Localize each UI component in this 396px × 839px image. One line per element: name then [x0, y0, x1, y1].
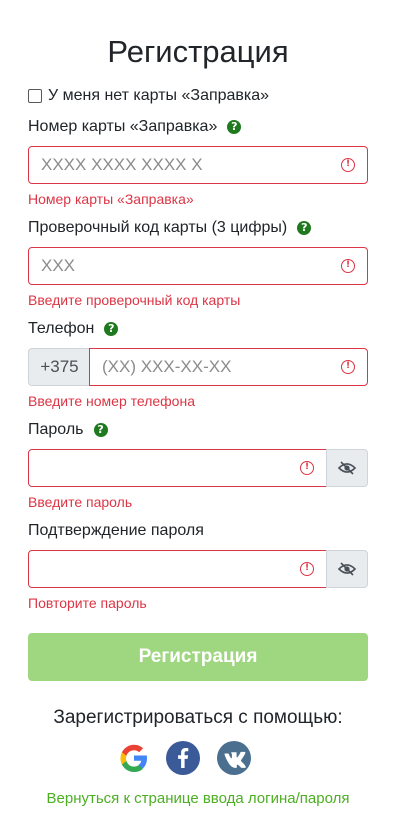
phone-label-row: Телефон ? [28, 320, 119, 338]
help-icon[interactable]: ? [297, 221, 312, 235]
password-error: Введите пароль [28, 494, 133, 510]
eye-slash-icon [338, 461, 356, 475]
vk-icon[interactable] [217, 741, 251, 775]
page-title: Регистрация [107, 34, 289, 69]
phone-label: Телефон [28, 320, 95, 337]
password-confirm-input[interactable]: ! [28, 550, 327, 588]
error-icon: ! [300, 562, 314, 576]
help-icon[interactable]: ? [93, 423, 108, 437]
password-confirm-error: Повторите пароль [28, 595, 147, 611]
vk-glyph [224, 751, 246, 768]
card-number-label: Номер карты «Заправка» [28, 118, 218, 135]
phone-prefix: +375 [28, 348, 90, 386]
phone-placeholder: (XX) XXX-XX-XX [102, 357, 232, 376]
card-number-input[interactable]: XXXX XXXX XXXX X ! [28, 146, 368, 184]
card-number-error: Номер карты «Заправка» [28, 191, 194, 207]
error-icon: ! [300, 461, 314, 475]
card-code-error: Введите проверочный код карты [28, 292, 241, 308]
error-icon: ! [341, 158, 355, 172]
social-title: Зарегистрироваться с помощью: [53, 707, 343, 728]
card-number-placeholder: XXXX XXXX XXXX X [41, 155, 203, 174]
no-card-label: У меня нет карты «Заправка» [48, 87, 270, 104]
phone-input[interactable]: (XX) XXX-XX-XX ! [89, 348, 368, 386]
password-input[interactable]: ! [28, 449, 327, 487]
card-code-label-row: Проверочный код карты (3 цифры) ? [28, 219, 312, 237]
card-code-label: Проверочный код карты (3 цифры) [28, 219, 288, 236]
help-icon[interactable]: ? [227, 120, 242, 134]
toggle-password-confirm-visibility-button[interactable] [326, 550, 368, 588]
help-icon[interactable]: ? [104, 322, 119, 336]
password-confirm-label-row: Подтверждение пароля [28, 522, 204, 540]
error-icon: ! [341, 259, 355, 273]
password-confirm-label: Подтверждение пароля [28, 522, 204, 539]
facebook-icon[interactable] [166, 741, 200, 775]
phone-error: Введите номер телефона [28, 393, 195, 409]
card-code-input[interactable]: XXX ! [28, 247, 368, 285]
no-card-checkbox[interactable] [28, 89, 42, 103]
no-card-checkbox-row[interactable]: У меня нет карты «Заправка» [28, 87, 269, 105]
eye-slash-icon [338, 562, 356, 576]
error-icon: ! [341, 360, 355, 374]
card-code-placeholder: XXX [41, 256, 76, 275]
facebook-f-glyph [178, 748, 189, 768]
card-number-label-row: Номер карты «Заправка» ? [28, 118, 242, 136]
back-to-login-link[interactable]: Вернуться к странице ввода логина/пароля [0, 790, 396, 807]
password-label: Пароль [28, 421, 84, 438]
password-label-row: Пароль ? [28, 421, 108, 439]
register-button[interactable]: Регистрация [28, 633, 368, 681]
google-icon[interactable] [117, 741, 151, 775]
toggle-password-visibility-button[interactable] [326, 449, 368, 487]
